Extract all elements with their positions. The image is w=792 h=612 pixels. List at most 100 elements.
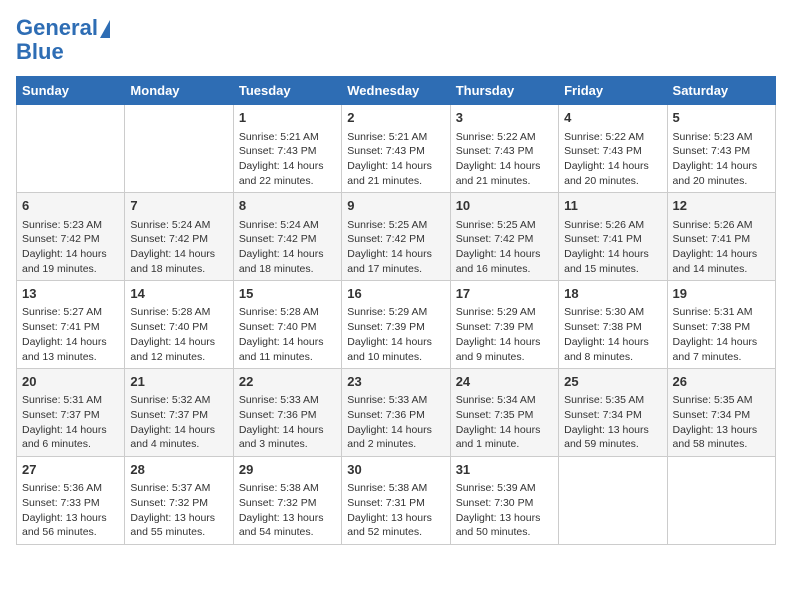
calendar-cell: 26 Sunrise: 5:35 AM Sunset: 7:34 PM Dayli… [667,369,775,457]
day-number: 25 [564,373,661,391]
calendar-cell: 11 Sunrise: 5:26 AM Sunset: 7:41 PM Dayli… [559,193,667,281]
header-monday: Monday [125,77,233,105]
cell-content: Sunrise: 5:23 AM Sunset: 7:43 PM Dayligh… [673,130,770,189]
calendar-cell [17,105,125,193]
calendar-cell: 14Sunrise: 5:28 AM Sunset: 7:40 PM Dayli… [125,281,233,369]
day-number: 9 [347,197,444,215]
cell-content: Sunrise: 5:29 AM Sunset: 7:39 PM Dayligh… [347,305,444,364]
calendar-cell: 16 Sunrise: 5:29 AM Sunset: 7:39 PM Dayli… [342,281,450,369]
header-saturday: Saturday [667,77,775,105]
calendar-cell [559,457,667,545]
day-number: 13 [22,285,119,303]
day-number: 20 [22,373,119,391]
cell-content: Sunrise: 5:38 AM Sunset: 7:31 PM Dayligh… [347,481,444,540]
calendar-cell: 13 Sunrise: 5:27 AM Sunset: 7:41 PM Dayli… [17,281,125,369]
cell-content: Sunrise: 5:33 AM Sunset: 7:36 PM Dayligh… [347,393,444,452]
day-number: 3 [456,109,553,127]
cell-content: Sunrise: 5:35 AM Sunset: 7:34 PM Dayligh… [673,393,770,452]
calendar-cell: 19 Sunrise: 5:31 AM Sunset: 7:38 PM Dayli… [667,281,775,369]
calendar-cell: 23 Sunrise: 5:33 AM Sunset: 7:36 PM Dayli… [342,369,450,457]
day-number: 10 [456,197,553,215]
day-number: 29 [239,461,336,479]
calendar-cell: 27Sunrise: 5:36 AM Sunset: 7:33 PM Dayli… [17,457,125,545]
calendar-cell: 29 Sunrise: 5:38 AM Sunset: 7:32 PM Dayli… [233,457,341,545]
cell-content: Sunrise: 5:28 AM Sunset: 7:40 PM Dayligh… [239,305,336,364]
calendar-body: 1Sunrise: 5:21 AM Sunset: 7:43 PM Daylig… [17,105,776,545]
calendar-cell: 20 Sunrise: 5:31 AM Sunset: 7:37 PM Dayli… [17,369,125,457]
calendar-cell [667,457,775,545]
week-row-0: 1Sunrise: 5:21 AM Sunset: 7:43 PM Daylig… [17,105,776,193]
cell-content: Sunrise: 5:22 AM Sunset: 7:43 PM Dayligh… [564,130,661,189]
calendar-cell: 18 Sunrise: 5:30 AM Sunset: 7:38 PM Dayli… [559,281,667,369]
cell-content: Sunrise: 5:22 AM Sunset: 7:43 PM Dayligh… [456,130,553,189]
day-number: 12 [673,197,770,215]
cell-content: Sunrise: 5:26 AM Sunset: 7:41 PM Dayligh… [564,218,661,277]
day-number: 11 [564,197,661,215]
day-number: 30 [347,461,444,479]
week-row-1: 6Sunrise: 5:23 AM Sunset: 7:42 PM Daylig… [17,193,776,281]
cell-content: Sunrise: 5:21 AM Sunset: 7:43 PM Dayligh… [347,130,444,189]
logo-text: General [16,16,110,40]
cell-content: Sunrise: 5:25 AM Sunset: 7:42 PM Dayligh… [347,218,444,277]
cell-content: Sunrise: 5:34 AM Sunset: 7:35 PM Dayligh… [456,393,553,452]
calendar-cell: 1Sunrise: 5:21 AM Sunset: 7:43 PM Daylig… [233,105,341,193]
logo-general: General [16,15,98,40]
cell-content: Sunrise: 5:23 AM Sunset: 7:42 PM Dayligh… [22,218,119,277]
calendar-cell: 24Sunrise: 5:34 AM Sunset: 7:35 PM Dayli… [450,369,558,457]
header-tuesday: Tuesday [233,77,341,105]
day-number: 17 [456,285,553,303]
day-number: 18 [564,285,661,303]
cell-content: Sunrise: 5:26 AM Sunset: 7:41 PM Dayligh… [673,218,770,277]
cell-content: Sunrise: 5:36 AM Sunset: 7:33 PM Dayligh… [22,481,119,540]
day-number: 5 [673,109,770,127]
week-row-3: 20 Sunrise: 5:31 AM Sunset: 7:37 PM Dayli… [17,369,776,457]
day-number: 16 [347,285,444,303]
logo-blue: Blue [16,40,110,64]
cell-content: Sunrise: 5:24 AM Sunset: 7:42 PM Dayligh… [130,218,227,277]
cell-content: Sunrise: 5:30 AM Sunset: 7:38 PM Dayligh… [564,305,661,364]
cell-content: Sunrise: 5:33 AM Sunset: 7:36 PM Dayligh… [239,393,336,452]
day-number: 19 [673,285,770,303]
cell-content: Sunrise: 5:31 AM Sunset: 7:38 PM Dayligh… [673,305,770,364]
page-header: General Blue [16,16,776,64]
day-number: 26 [673,373,770,391]
week-row-2: 13 Sunrise: 5:27 AM Sunset: 7:41 PM Dayli… [17,281,776,369]
calendar-cell: 7 Sunrise: 5:24 AM Sunset: 7:42 PM Daylig… [125,193,233,281]
day-number: 14 [130,285,227,303]
day-number: 28 [130,461,227,479]
calendar-cell: 28 Sunrise: 5:37 AM Sunset: 7:32 PM Dayli… [125,457,233,545]
calendar-cell: 22Sunrise: 5:33 AM Sunset: 7:36 PM Dayli… [233,369,341,457]
cell-content: Sunrise: 5:27 AM Sunset: 7:41 PM Dayligh… [22,305,119,364]
calendar-table: SundayMondayTuesdayWednesdayThursdayFrid… [16,76,776,545]
calendar-cell: 17Sunrise: 5:29 AM Sunset: 7:39 PM Dayli… [450,281,558,369]
calendar-cell: 30 Sunrise: 5:38 AM Sunset: 7:31 PM Dayli… [342,457,450,545]
calendar-cell: 6Sunrise: 5:23 AM Sunset: 7:42 PM Daylig… [17,193,125,281]
day-number: 8 [239,197,336,215]
cell-content: Sunrise: 5:38 AM Sunset: 7:32 PM Dayligh… [239,481,336,540]
cell-content: Sunrise: 5:35 AM Sunset: 7:34 PM Dayligh… [564,393,661,452]
calendar-cell: 2 Sunrise: 5:21 AM Sunset: 7:43 PM Daylig… [342,105,450,193]
header-friday: Friday [559,77,667,105]
day-number: 21 [130,373,227,391]
day-number: 31 [456,461,553,479]
day-number: 4 [564,109,661,127]
cell-content: Sunrise: 5:31 AM Sunset: 7:37 PM Dayligh… [22,393,119,452]
cell-content: Sunrise: 5:21 AM Sunset: 7:43 PM Dayligh… [239,130,336,189]
calendar-cell: 25 Sunrise: 5:35 AM Sunset: 7:34 PM Dayli… [559,369,667,457]
week-row-4: 27Sunrise: 5:36 AM Sunset: 7:33 PM Dayli… [17,457,776,545]
logo: General Blue [16,16,110,64]
day-number: 2 [347,109,444,127]
calendar-cell: 21Sunrise: 5:32 AM Sunset: 7:37 PM Dayli… [125,369,233,457]
calendar-header: SundayMondayTuesdayWednesdayThursdayFrid… [17,77,776,105]
day-number: 7 [130,197,227,215]
logo-triangle-inline [100,20,110,38]
day-number: 23 [347,373,444,391]
day-number: 15 [239,285,336,303]
calendar-cell: 4 Sunrise: 5:22 AM Sunset: 7:43 PM Daylig… [559,105,667,193]
calendar-cell: 12 Sunrise: 5:26 AM Sunset: 7:41 PM Dayli… [667,193,775,281]
calendar-cell: 9 Sunrise: 5:25 AM Sunset: 7:42 PM Daylig… [342,193,450,281]
cell-content: Sunrise: 5:25 AM Sunset: 7:42 PM Dayligh… [456,218,553,277]
cell-content: Sunrise: 5:24 AM Sunset: 7:42 PM Dayligh… [239,218,336,277]
cell-content: Sunrise: 5:37 AM Sunset: 7:32 PM Dayligh… [130,481,227,540]
calendar-cell: 8 Sunrise: 5:24 AM Sunset: 7:42 PM Daylig… [233,193,341,281]
